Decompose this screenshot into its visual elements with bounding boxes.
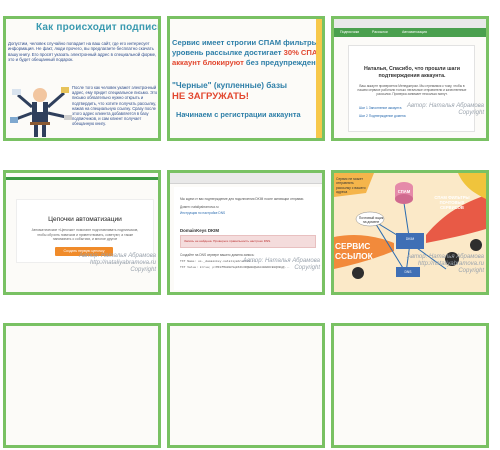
watermark: Автор: Наталья Абрамова http://nataliyabr… bbox=[78, 253, 156, 273]
step-link: Шаг 1 Заполнение аккаунта bbox=[359, 106, 402, 110]
thumbnail-subscription[interactable]: Как происходит подписка? Допустим, челов… bbox=[3, 16, 161, 141]
watermark: Автор: Наталья Абрамова Copyright bbox=[242, 258, 320, 271]
watermark: Автор: Наталья Абрамова http://nataliyabr… bbox=[406, 254, 484, 274]
card-title: Наталья, Спасибо, что прошли шаги подтве… bbox=[364, 66, 460, 79]
filters-label: СПАМ ФИЛЬТРЫ ПОЧТОВЫХ СЕРВИСОВ bbox=[434, 195, 470, 210]
slide-line: Сервис имеет строгии СПАМ фильтры bbox=[172, 38, 319, 47]
confirmation-card: Наталья, Спасибо, что прошли шаги подтве… bbox=[348, 45, 475, 132]
thumbnail-empty[interactable] bbox=[3, 323, 161, 448]
error-alert: Запись не найдена. Проверьте правильност… bbox=[180, 235, 316, 248]
step-link: Шаг 2 Подтверждение домена bbox=[359, 114, 406, 118]
dkim-heading: DomainKeys DKIM bbox=[180, 228, 220, 233]
spam-label: СПАМ bbox=[397, 189, 411, 194]
note-text: Сервис не может отправлять рассылку с ва… bbox=[336, 177, 366, 195]
info-text: Мы ждем от вас подтверждение для подключ… bbox=[180, 197, 305, 201]
thumbnail-automation[interactable]: Цепочки автоматизации Автоматические «Це… bbox=[3, 170, 161, 295]
businessman-illustration bbox=[10, 87, 72, 137]
dkim-label: DKIM bbox=[405, 237, 415, 241]
dkim-page: Мы ждем от вас подтверждение для подключ… bbox=[174, 187, 321, 290]
nav-item: Подписчики bbox=[340, 30, 360, 34]
nav-item: Рассылки bbox=[372, 30, 388, 34]
service-label: СЕРВИС ССЫЛОК bbox=[335, 241, 373, 261]
slide-line: "Черные" (купленные) базы bbox=[172, 81, 288, 90]
decorative-bar bbox=[316, 19, 322, 138]
note-text: Почтовый ящик на домене bbox=[358, 216, 384, 225]
thumbnail-dkim[interactable]: Мы ждем от вас подтверждение для подключ… bbox=[167, 170, 325, 295]
thumbnail-account-confirmed[interactable]: Подписчики Рассылки Автоматизация Наталь… bbox=[331, 16, 489, 141]
info-text: Создайте на DNS сервере вашего домена за… bbox=[180, 253, 255, 257]
nav-item: Автоматизация bbox=[402, 30, 427, 34]
slide-warning: НЕ ЗАГРУЖАТЬ! bbox=[172, 91, 249, 102]
slide-line: аккаунт блокируют без предупреждений bbox=[172, 58, 325, 67]
thumbnail-mindmap[interactable]: СПАМ СПАМ ФИЛЬТРЫ ПОЧТОВЫХ СЕРВИСОВ СЕРВ… bbox=[331, 170, 489, 295]
app-nav-bar: Подписчики Рассылки Автоматизация bbox=[334, 28, 486, 37]
watermark: Автор: Наталья Абрамова Copyright bbox=[406, 103, 484, 116]
info-text: Домен: nataliyabramova.ru bbox=[180, 205, 219, 209]
slide-line: Начинаем с регистрации аккаунта bbox=[176, 110, 301, 119]
slide-paragraph: Допустим, человек случайно попадает на в… bbox=[8, 41, 157, 63]
panel-heading: Цепочки автоматизации bbox=[48, 216, 122, 223]
thumbnail-empty[interactable] bbox=[167, 323, 325, 448]
instruction-link: Инструкция по настройке DNS bbox=[180, 211, 226, 215]
slide-paragraph-2: После того как человек укажет электронны… bbox=[72, 85, 158, 127]
panel-text: Автоматические «Цепочки» помогают подгот… bbox=[31, 228, 139, 241]
thumbnail-empty[interactable] bbox=[331, 323, 489, 448]
card-paragraph: Ваш аккаунт проверяется Менеджером. Мы с… bbox=[357, 84, 467, 97]
browser-toolbar bbox=[170, 173, 322, 184]
slide-line: уровень рассылке достигает 30% СПАМ bbox=[172, 48, 324, 57]
top-bar bbox=[6, 177, 158, 180]
thumbnail-spam-filters[interactable]: Сервис имеет строгии СПАМ фильтры уровен… bbox=[167, 16, 325, 141]
slide-title: Как происходит подписка? bbox=[36, 22, 161, 33]
